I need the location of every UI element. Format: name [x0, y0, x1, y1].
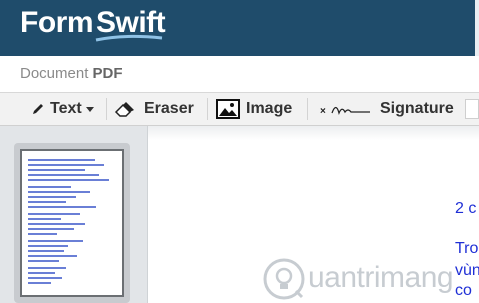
thumbnail-text-line	[28, 218, 61, 220]
toolbar-divider	[207, 98, 208, 120]
pencil-icon	[33, 104, 43, 114]
thumbnail-text-line	[28, 272, 55, 274]
thumbnail-text-line	[28, 191, 90, 193]
eraser-tool-button[interactable]: Eraser	[114, 93, 194, 125]
thumbnail-text-line	[28, 282, 51, 284]
thumbnail-text-line	[28, 159, 95, 161]
document-type: PDF	[92, 65, 123, 82]
signature-icon: ×	[320, 106, 370, 117]
thumbnail-text-line	[28, 169, 85, 171]
header-edge	[475, 0, 479, 56]
eraser-icon	[114, 102, 134, 117]
document-bar: Document PDF	[0, 56, 479, 93]
lightbulb-icon	[263, 258, 305, 300]
image-tool-label: Image	[246, 100, 293, 117]
thumbnail-text-line	[28, 164, 104, 166]
signature-tool-button[interactable]: × Signature	[320, 93, 454, 125]
image-icon	[216, 99, 240, 119]
svg-text:×: ×	[320, 106, 326, 117]
text-tool-label: Text	[50, 100, 82, 117]
watermark-text: uantrimang	[308, 261, 454, 294]
thumbnail-text-line	[28, 240, 83, 242]
document-label: Document	[20, 65, 89, 82]
thumbnail-text-line	[28, 213, 80, 215]
page-thumbnail-sidebar	[0, 126, 148, 303]
thumbnail-text-line	[28, 250, 64, 252]
logo-text-form: Form	[20, 6, 94, 39]
canvas-shadow	[148, 126, 479, 140]
toolbar-divider	[106, 98, 107, 120]
chevron-down-icon	[85, 107, 94, 112]
document-text-line: 2 c	[455, 200, 477, 217]
thumbnail-text-line	[28, 267, 66, 269]
page-thumbnail[interactable]	[14, 143, 130, 303]
image-tool-button[interactable]: Image	[216, 93, 292, 125]
thumbnail-text-line	[28, 228, 74, 230]
thumbnail-text-line	[28, 260, 59, 262]
thumbnail-text-line	[28, 255, 77, 257]
logo-swoosh-icon	[95, 34, 163, 42]
thumbnail-text-line	[28, 245, 68, 247]
thumbnail-page	[20, 149, 124, 297]
eraser-tool-label: Eraser	[144, 100, 194, 117]
thumbnail-text-line	[28, 179, 109, 181]
thumbnail-text-line	[28, 277, 62, 279]
top-header: Form Swift	[0, 0, 479, 56]
toolbar-divider	[307, 98, 308, 120]
signature-tool-label: Signature	[380, 100, 454, 117]
watermark: uantrimang	[262, 255, 479, 303]
document-title: Document PDF	[20, 65, 123, 82]
toolbar-overflow-control[interactable]	[465, 99, 479, 119]
editor-toolbar: Text Eraser Image × Signature	[0, 92, 479, 126]
thumbnail-text-line	[28, 201, 66, 203]
thumbnail-text-line	[28, 174, 99, 176]
thumbnail-text-line	[28, 223, 85, 225]
thumbnail-text-line	[28, 206, 96, 208]
thumbnail-text-line	[28, 196, 76, 198]
thumbnail-text-line	[28, 233, 57, 235]
thumbnail-text-line	[28, 186, 71, 188]
text-tool-button[interactable]: Text	[30, 93, 95, 125]
